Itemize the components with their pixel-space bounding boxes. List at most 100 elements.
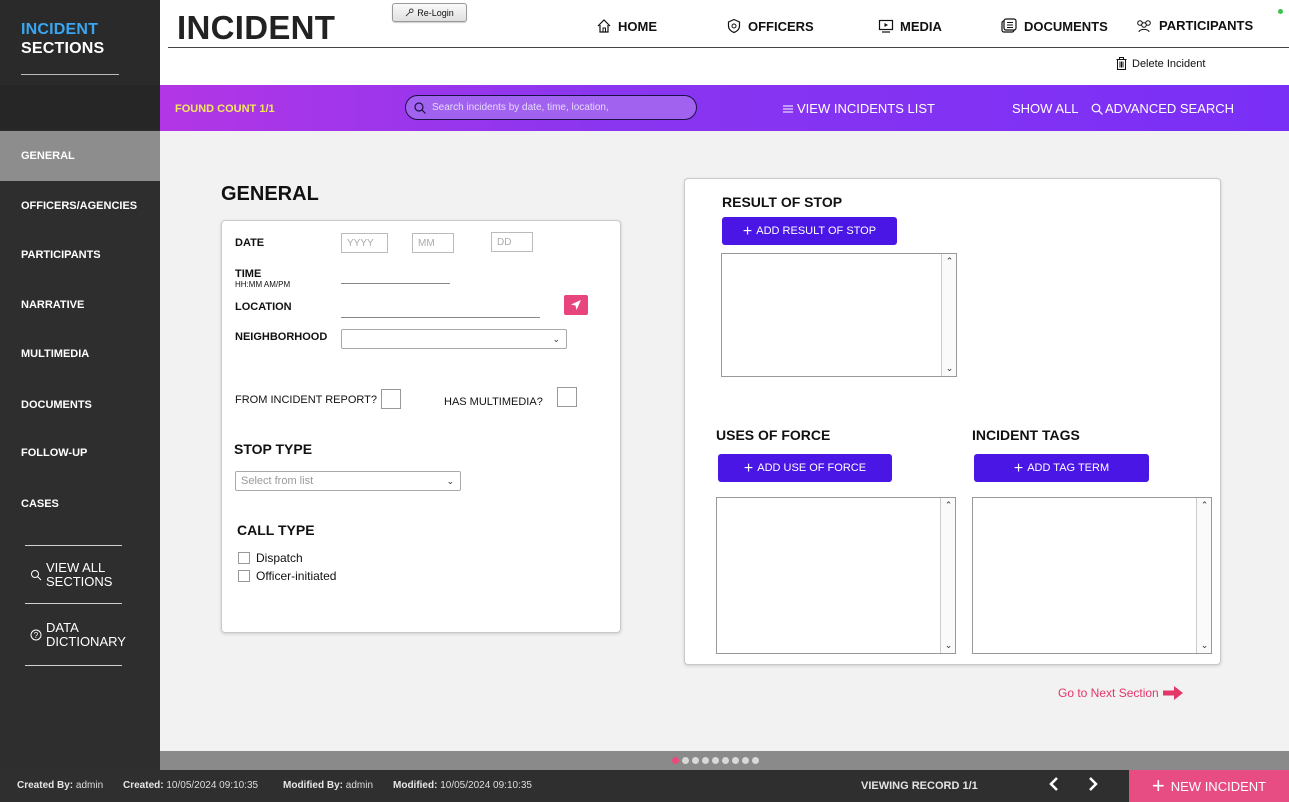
plus-icon: + xyxy=(742,222,753,240)
sidebar-item-label: CASES xyxy=(21,498,59,510)
chevron-down-icon: ⌄ xyxy=(945,363,954,373)
nav-documents[interactable]: DOCUMENTS xyxy=(1000,18,1108,34)
sidebar-item-multimedia[interactable]: MULTIMEDIA xyxy=(0,329,160,379)
sidebar-item-participants[interactable]: PARTICIPANTS xyxy=(0,230,160,280)
nav-officers-label: OFFICERS xyxy=(748,18,814,34)
modified-by-meta: Modified By: admin xyxy=(283,780,373,791)
result-of-stop-heading: RESULT OF STOP xyxy=(722,194,843,210)
view-all-sections-link[interactable]: VIEW ALL SECTIONS xyxy=(30,561,112,589)
scrollbar[interactable]: ⌃ ⌄ xyxy=(1196,498,1211,653)
relogin-button[interactable]: Re-Login xyxy=(392,3,467,22)
date-year-input[interactable]: YYYY xyxy=(341,233,388,253)
documents-icon xyxy=(1001,18,1017,33)
page-title: INCIDENT xyxy=(177,9,336,46)
date-day-input[interactable]: DD xyxy=(491,232,533,252)
data-dictionary-label-line2: DICTIONARY xyxy=(46,634,126,649)
view-incidents-list-button[interactable]: VIEW INCIDENTS LIST xyxy=(783,101,935,116)
add-result-of-stop-button[interactable]: + ADD RESULT OF STOP xyxy=(722,217,897,245)
plus-icon: + xyxy=(1013,459,1024,477)
chevron-right-icon xyxy=(1089,777,1098,791)
go-to-next-section-link[interactable]: Go to Next Section xyxy=(1058,686,1183,700)
scrollbar[interactable]: ⌃ ⌄ xyxy=(941,254,956,376)
trash-icon xyxy=(1116,57,1127,70)
sidebar-item-documents[interactable]: DOCUMENTS xyxy=(0,380,160,430)
has-multimedia-label: HAS MULTIMEDIA? xyxy=(444,396,543,408)
pager-dot[interactable] xyxy=(752,757,759,764)
call-type-officer-initiated-label: Officer-initiated xyxy=(256,569,337,583)
pager-dot[interactable] xyxy=(722,757,729,764)
neighborhood-select[interactable]: ⌄ xyxy=(341,329,567,349)
section-pager xyxy=(160,751,1289,770)
time-label: TIME xyxy=(235,268,262,280)
result-of-stop-list[interactable]: ⌃ ⌄ xyxy=(721,253,957,377)
location-input[interactable] xyxy=(341,317,540,318)
uses-of-force-list[interactable]: ⌃ ⌄ xyxy=(716,497,956,654)
pager-dot[interactable] xyxy=(742,757,749,764)
nav-participants-label: PARTICIPANTS xyxy=(1159,18,1254,33)
add-tag-term-label: ADD TAG TERM xyxy=(1027,462,1110,474)
pager-dot[interactable] xyxy=(672,757,679,764)
advanced-search-button[interactable]: ADVANCED SEARCH xyxy=(1091,101,1234,116)
previous-record-button[interactable] xyxy=(1048,776,1060,797)
time-input[interactable] xyxy=(341,283,450,284)
pager-dots[interactable] xyxy=(672,757,759,764)
nav-home[interactable]: HOME xyxy=(596,18,657,34)
show-all-button[interactable]: SHOW ALL xyxy=(1012,101,1078,116)
next-record-button[interactable] xyxy=(1087,776,1099,797)
call-type-officer-initiated-checkbox[interactable] xyxy=(238,570,250,582)
scrollbar[interactable]: ⌃ ⌄ xyxy=(940,498,955,653)
chevron-down-icon: ⌄ xyxy=(446,476,454,486)
call-type-dispatch-label: Dispatch xyxy=(256,551,303,565)
status-indicator xyxy=(1278,9,1283,14)
nav-media[interactable]: MEDIA xyxy=(878,18,942,34)
chevron-down-icon: ⌄ xyxy=(552,334,560,344)
divider xyxy=(25,665,122,666)
sidebar-item-follow-up[interactable]: FOLLOW-UP xyxy=(0,428,160,478)
sidebar-item-general[interactable]: GENERAL xyxy=(0,131,160,181)
neighborhood-label: NEIGHBORHOOD xyxy=(235,331,328,343)
pager-dot[interactable] xyxy=(732,757,739,764)
uses-of-force-heading: USES OF FORCE xyxy=(716,427,831,443)
geolocate-button[interactable] xyxy=(564,295,588,315)
search-toolbar: FOUND COUNT 1/1 VIEW INCIDENTS LIST SHOW… xyxy=(160,85,1289,131)
new-incident-label: NEW INCIDENT xyxy=(1170,778,1267,794)
help-circle-icon: ? xyxy=(30,629,42,641)
nav-home-label: HOME xyxy=(618,18,657,34)
delete-incident-button[interactable]: Delete Incident xyxy=(1116,57,1205,70)
divider xyxy=(25,603,122,604)
sidebar-item-label: FOLLOW-UP xyxy=(21,447,88,459)
new-incident-button[interactable]: + NEW INCIDENT xyxy=(1129,770,1289,802)
chevron-left-icon xyxy=(1049,777,1058,791)
nav-participants[interactable]: PARTICIPANTS xyxy=(1135,18,1253,33)
nav-officers[interactable]: OFFICERS xyxy=(726,18,814,34)
data-dictionary-link[interactable]: ? DATA DICTIONARY xyxy=(30,621,126,649)
add-use-of-force-button[interactable]: + ADD USE OF FORCE xyxy=(718,454,892,482)
view-all-label-line1: VIEW ALL xyxy=(46,560,106,575)
from-incident-report-checkbox[interactable] xyxy=(381,389,401,409)
sidebar-item-cases[interactable]: CASES xyxy=(0,479,160,529)
modified-by-value: admin xyxy=(345,780,374,791)
pager-dot[interactable] xyxy=(692,757,699,764)
pager-dot[interactable] xyxy=(712,757,719,764)
pager-dot[interactable] xyxy=(702,757,709,764)
sidebar-title-line1: INCIDENT xyxy=(21,21,99,38)
sidebar-item-officers-agencies[interactable]: OFFICERS/AGENCIES xyxy=(0,181,160,231)
stop-type-select[interactable]: Select from list ⌄ xyxy=(235,471,461,491)
call-type-dispatch-checkbox[interactable] xyxy=(238,552,250,564)
location-arrow-icon xyxy=(571,300,581,310)
top-header: INCIDENT Re-Login HOME OFFICERS MEDIA DO… xyxy=(160,0,1289,85)
sidebar: INCIDENT SECTIONS GENERAL OFFICERS/AGENC… xyxy=(0,0,160,770)
incident-tags-list[interactable]: ⌃ ⌄ xyxy=(972,497,1212,654)
search-bar xyxy=(405,95,697,120)
search-input[interactable] xyxy=(432,102,672,113)
date-month-input[interactable]: MM xyxy=(412,233,454,253)
sidebar-item-narrative[interactable]: NARRATIVE xyxy=(0,280,160,330)
sidebar-spacer xyxy=(0,85,160,130)
chevron-up-icon: ⌃ xyxy=(944,500,953,510)
has-multimedia-checkbox[interactable] xyxy=(557,387,577,407)
go-to-next-section-label: Go to Next Section xyxy=(1058,686,1159,700)
add-tag-term-button[interactable]: + ADD TAG TERM xyxy=(974,454,1149,482)
pager-dot[interactable] xyxy=(682,757,689,764)
date-label: DATE xyxy=(235,237,265,249)
arrow-right-icon xyxy=(1162,686,1183,700)
